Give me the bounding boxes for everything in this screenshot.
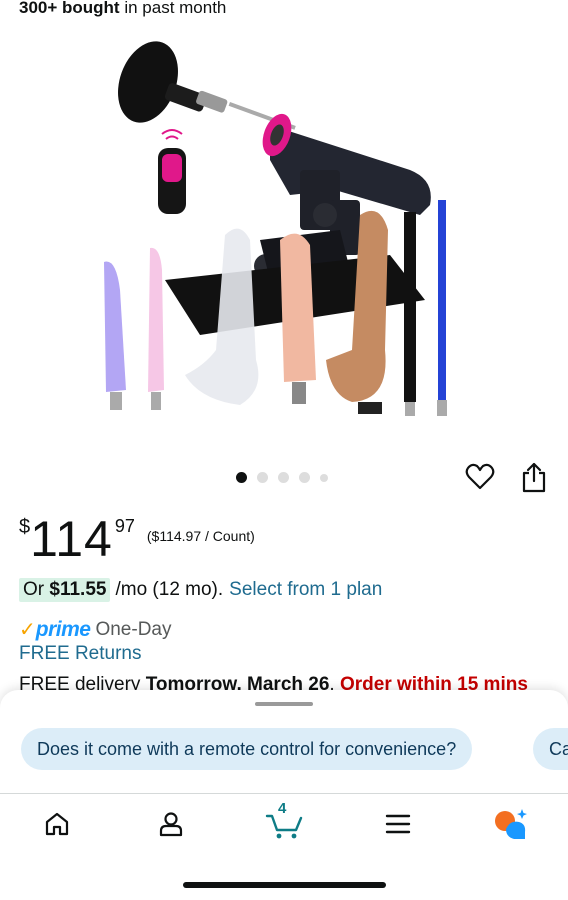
account-icon bbox=[159, 812, 183, 837]
carousel-dot-1[interactable] bbox=[236, 472, 247, 483]
bottom-nav: 4 bbox=[0, 800, 568, 844]
installment-highlight: Or $11.55 bbox=[19, 578, 111, 602]
product-image[interactable] bbox=[90, 30, 470, 430]
free-returns-link[interactable]: FREE Returns bbox=[19, 643, 141, 665]
carousel-dot-3[interactable] bbox=[278, 472, 289, 483]
rufus-icon bbox=[495, 809, 527, 839]
suggestion-chips: Does it come with a remote control for c… bbox=[0, 728, 568, 772]
price-fraction: 97 bbox=[114, 516, 135, 536]
carousel-dot-5[interactable] bbox=[320, 473, 328, 482]
nav-rufus[interactable] bbox=[490, 804, 530, 844]
home-icon bbox=[45, 812, 69, 836]
suggestion-chip[interactable]: Ca bbox=[533, 728, 568, 770]
sheet-drag-handle[interactable] bbox=[255, 702, 313, 706]
nav-cart[interactable]: 4 bbox=[262, 800, 308, 844]
unit-price: ($114.97 / Count) bbox=[146, 528, 255, 544]
plan-prefix: Or bbox=[23, 579, 50, 600]
price-whole: 114 bbox=[30, 511, 113, 567]
cart-count-badge: 4 bbox=[278, 800, 287, 817]
prime-check-icon: ✓ bbox=[19, 619, 36, 641]
suggestion-chip[interactable]: Does it come with a remote control for c… bbox=[21, 728, 473, 770]
bought-in-past-month: 300+ bought in past month bbox=[19, 0, 226, 18]
carousel-dot-4[interactable] bbox=[299, 472, 310, 483]
menu-icon bbox=[385, 814, 411, 834]
prime-logo: prime bbox=[35, 617, 91, 641]
carousel-dot-2[interactable] bbox=[257, 472, 268, 483]
installment-plan: Or $11.55 /mo (12 mo). Select from 1 pla… bbox=[19, 578, 382, 602]
nav-menu[interactable] bbox=[378, 804, 418, 844]
price-symbol: $ bbox=[19, 516, 31, 538]
plan-amount: $11.55 bbox=[49, 579, 107, 600]
share-icon[interactable] bbox=[519, 461, 549, 493]
heart-icon[interactable] bbox=[465, 462, 495, 492]
nav-divider bbox=[0, 793, 568, 794]
nav-account[interactable] bbox=[151, 804, 191, 844]
prime-delivery-speed: One-Day bbox=[95, 618, 172, 640]
prime-badge: ✓ prime One-Day bbox=[19, 617, 171, 642]
bought-suffix: in past month bbox=[119, 0, 227, 17]
bought-count: 300+ bought bbox=[19, 0, 120, 17]
home-indicator bbox=[183, 882, 386, 888]
bottom-sheet: Does it come with a remote control for c… bbox=[0, 690, 568, 900]
price: $ 114 97 ($114.97 / Count) bbox=[19, 510, 255, 568]
select-plan-link[interactable]: Select from 1 plan bbox=[229, 579, 382, 601]
nav-home[interactable] bbox=[37, 804, 77, 844]
plan-terms: /mo (12 mo). bbox=[115, 579, 224, 600]
image-carousel-indicator[interactable] bbox=[236, 472, 328, 483]
